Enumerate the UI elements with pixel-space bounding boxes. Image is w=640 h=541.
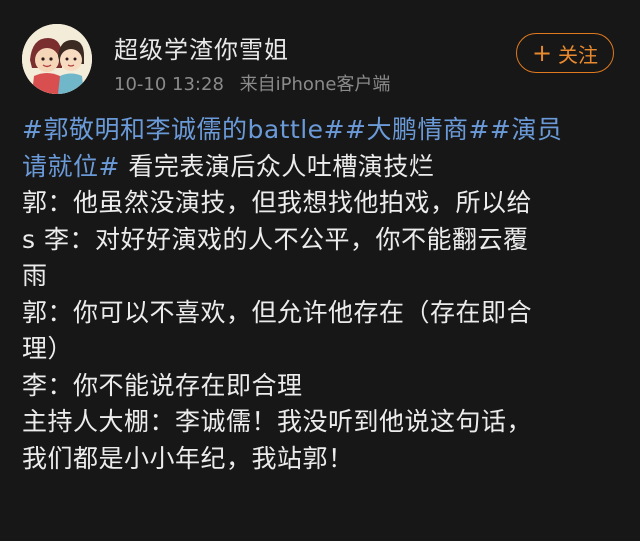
post-line: s 李：对好好演戏的人不公平，你不能翻云覆 [22, 224, 529, 254]
post-line: 主持人大棚：李诚儒！我没听到他说这句话， [22, 407, 533, 436]
post-line: 郭：你可以不喜欢，但允许他存在（存在即合 [22, 297, 533, 327]
post-line: #郭敬明和李诚儒的battle##大鹏情商##演员 [22, 112, 622, 149]
post-header: 超级学渣你雪姐 10-10 13:28 来自iPhone客户端 + 关注 [0, 0, 640, 110]
username[interactable]: 超级学渣你雪姐 [114, 30, 289, 65]
post-line: 雨 [22, 261, 48, 290]
follow-button[interactable]: + 关注 [516, 33, 614, 73]
post-intro: 看完表演后众人吐槽演技烂 [119, 151, 435, 181]
hashtag-link-part[interactable]: 请就位# [22, 152, 120, 181]
post-meta: 10-10 13:28 来自iPhone客户端 [114, 70, 390, 96]
post-time: 10-10 13:28 [114, 74, 224, 95]
post-line: 我们都是小小年纪，我站郭！ [22, 443, 354, 473]
post-body: #郭敬明和李诚儒的battle##大鹏情商##演员 请就位# 看完表演后众人吐槽… [22, 112, 622, 477]
avatar-illustration-icon [22, 24, 92, 94]
avatar[interactable] [22, 24, 92, 94]
hashtag-link[interactable]: #大鹏情商# [345, 115, 490, 144]
hashtag-link-part[interactable]: #演员 [490, 115, 562, 144]
follow-label: 关注 [558, 42, 599, 67]
post-line: 郭：他虽然没演技，但我想找他拍戏，所以给 [22, 188, 533, 217]
plus-icon: + [531, 39, 553, 67]
post-line: 理） [22, 334, 74, 363]
hashtag-link[interactable]: #郭敬明和李诚儒的battle# [22, 115, 345, 144]
post-line: 请就位# 看完表演后众人吐槽演技烂 [22, 149, 622, 186]
post-line: 李：你不能说存在即合理 [22, 370, 303, 400]
post-source: 来自iPhone客户端 [239, 74, 391, 95]
